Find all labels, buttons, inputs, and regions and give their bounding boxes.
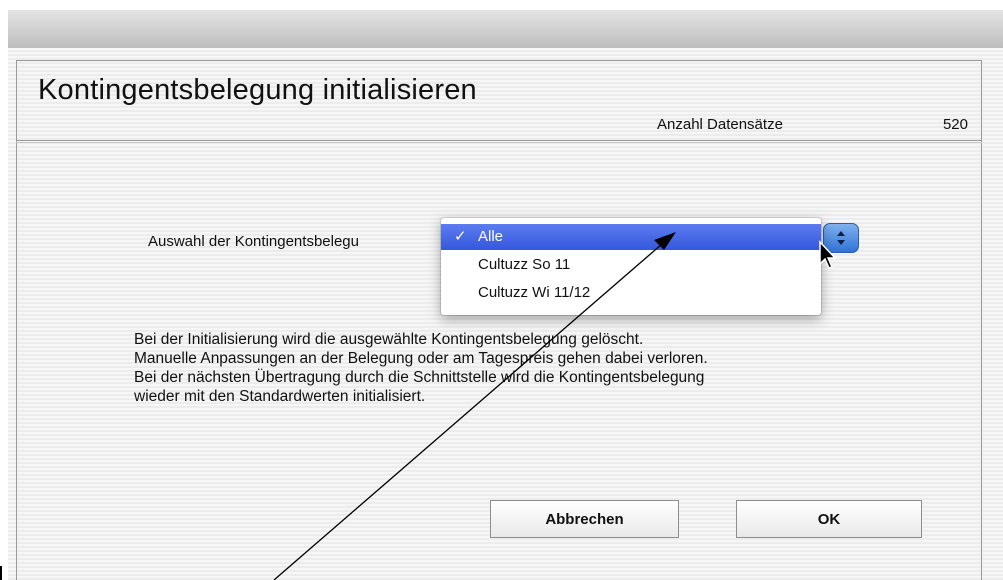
arrow-icon xyxy=(273,232,676,580)
edge-marker xyxy=(0,566,2,580)
